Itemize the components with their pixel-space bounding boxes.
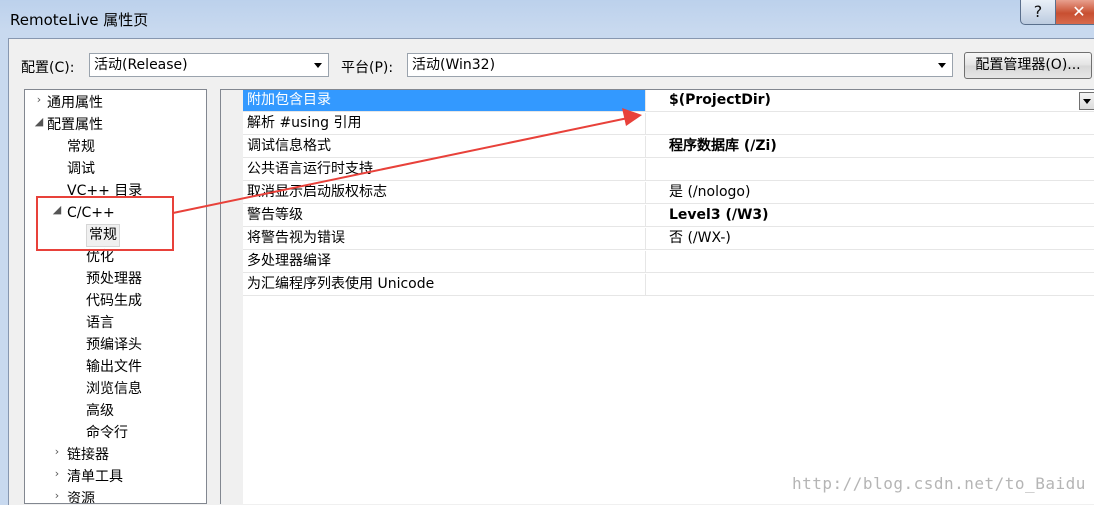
annotation-overlay [36, 108, 642, 251]
annotation-arrow-line [172, 117, 629, 214]
arrow-head-icon [622, 108, 642, 126]
highlight-box [36, 196, 174, 251]
window-frame: RemoteLive 属性页 ? ✕ 配置(C): 活动(Release) 平台… [0, 0, 1094, 505]
